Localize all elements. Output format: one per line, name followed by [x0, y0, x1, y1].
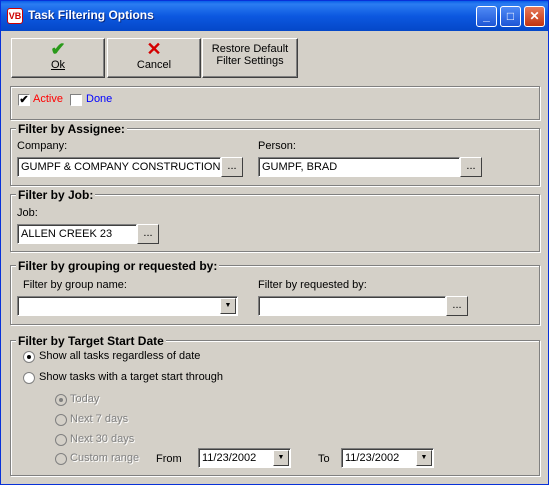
- job-field[interactable]: ALLEN CREEK 23: [17, 224, 137, 244]
- grouping-legend: Filter by grouping or requested by:: [16, 259, 220, 273]
- requested-by-field[interactable]: [258, 296, 446, 316]
- grouping-filter-group: Filter by grouping or requested by: Filt…: [10, 259, 540, 325]
- group-name-select[interactable]: [17, 296, 238, 316]
- title-bar[interactable]: VB Task Filtering Options _ □ ✕: [1, 1, 548, 31]
- from-label: From: [156, 453, 182, 465]
- next7-label: Next 7 days: [70, 413, 129, 425]
- cancel-x-icon: ✕: [146, 39, 162, 59]
- person-browse-button[interactable]: ...: [460, 157, 482, 177]
- show-through-radio[interactable]: [23, 372, 35, 384]
- minimize-button[interactable]: _: [476, 6, 497, 27]
- restore-label-line2: Filter Settings: [216, 55, 284, 67]
- to-date-dropdown-icon[interactable]: ▼: [416, 450, 432, 466]
- company-browse-button[interactable]: ...: [221, 157, 243, 177]
- maximize-button[interactable]: □: [500, 6, 521, 27]
- company-field[interactable]: GUMPF & COMPANY CONSTRUCTION: [17, 157, 221, 177]
- requested-by-label: Filter by requested by:: [258, 279, 367, 291]
- group-dropdown-arrow-icon[interactable]: ▼: [220, 298, 236, 314]
- today-radio[interactable]: [55, 394, 67, 406]
- restore-label-line1: Restore Default: [211, 43, 289, 55]
- checkmark-icon: ✔: [50, 39, 66, 59]
- active-checkbox[interactable]: ✔: [18, 94, 30, 106]
- ok-button[interactable]: ✔ Ok: [11, 38, 105, 78]
- restore-defaults-button[interactable]: Restore Default Filter Settings: [202, 38, 298, 78]
- to-label: To: [318, 453, 330, 465]
- job-browse-button[interactable]: ...: [137, 224, 159, 244]
- show-all-radio[interactable]: [23, 351, 35, 363]
- done-label[interactable]: Done: [86, 93, 112, 105]
- status-filter-group: ✔ Active Done: [10, 86, 540, 120]
- cancel-button-label: Cancel: [136, 59, 172, 71]
- target-date-filter-group: Filter by Target Start Date Show all tas…: [10, 334, 540, 476]
- custom-range-radio[interactable]: [55, 453, 67, 465]
- window-title: Task Filtering Options: [28, 8, 154, 22]
- custom-range-label: Custom range: [70, 452, 140, 464]
- task-filtering-dialog: VB Task Filtering Options _ □ ✕ ✔ Ok ✕ C…: [0, 0, 549, 485]
- cancel-button[interactable]: ✕ Cancel: [107, 38, 201, 78]
- app-icon: VB: [7, 8, 23, 24]
- show-all-label[interactable]: Show all tasks regardless of date: [39, 350, 200, 362]
- job-filter-group: Filter by Job: Job: ALLEN CREEK 23 ...: [10, 188, 540, 252]
- today-label: Today: [70, 393, 100, 405]
- company-label: Company:: [17, 140, 68, 152]
- assignee-legend: Filter by Assignee:: [16, 122, 127, 136]
- job-legend: Filter by Job:: [16, 188, 96, 202]
- next7-radio[interactable]: [55, 414, 67, 426]
- active-label[interactable]: Active: [33, 93, 63, 105]
- done-checkbox[interactable]: [70, 94, 82, 106]
- ok-button-label: Ok: [50, 59, 66, 71]
- assignee-filter-group: Filter by Assignee: Company: GUMPF & COM…: [10, 122, 540, 186]
- person-field[interactable]: GUMPF, BRAD: [258, 157, 460, 177]
- target-date-legend: Filter by Target Start Date: [16, 334, 166, 348]
- next30-label: Next 30 days: [70, 433, 135, 445]
- show-through-label[interactable]: Show tasks with a target start through: [39, 371, 223, 383]
- next30-radio[interactable]: [55, 434, 67, 446]
- from-date-dropdown-icon[interactable]: ▼: [273, 450, 289, 466]
- person-label: Person:: [258, 140, 296, 152]
- job-label: Job:: [17, 207, 38, 219]
- close-button[interactable]: ✕: [524, 6, 545, 27]
- group-name-label: Filter by group name:: [23, 279, 127, 291]
- requested-by-browse-button[interactable]: ...: [446, 296, 468, 316]
